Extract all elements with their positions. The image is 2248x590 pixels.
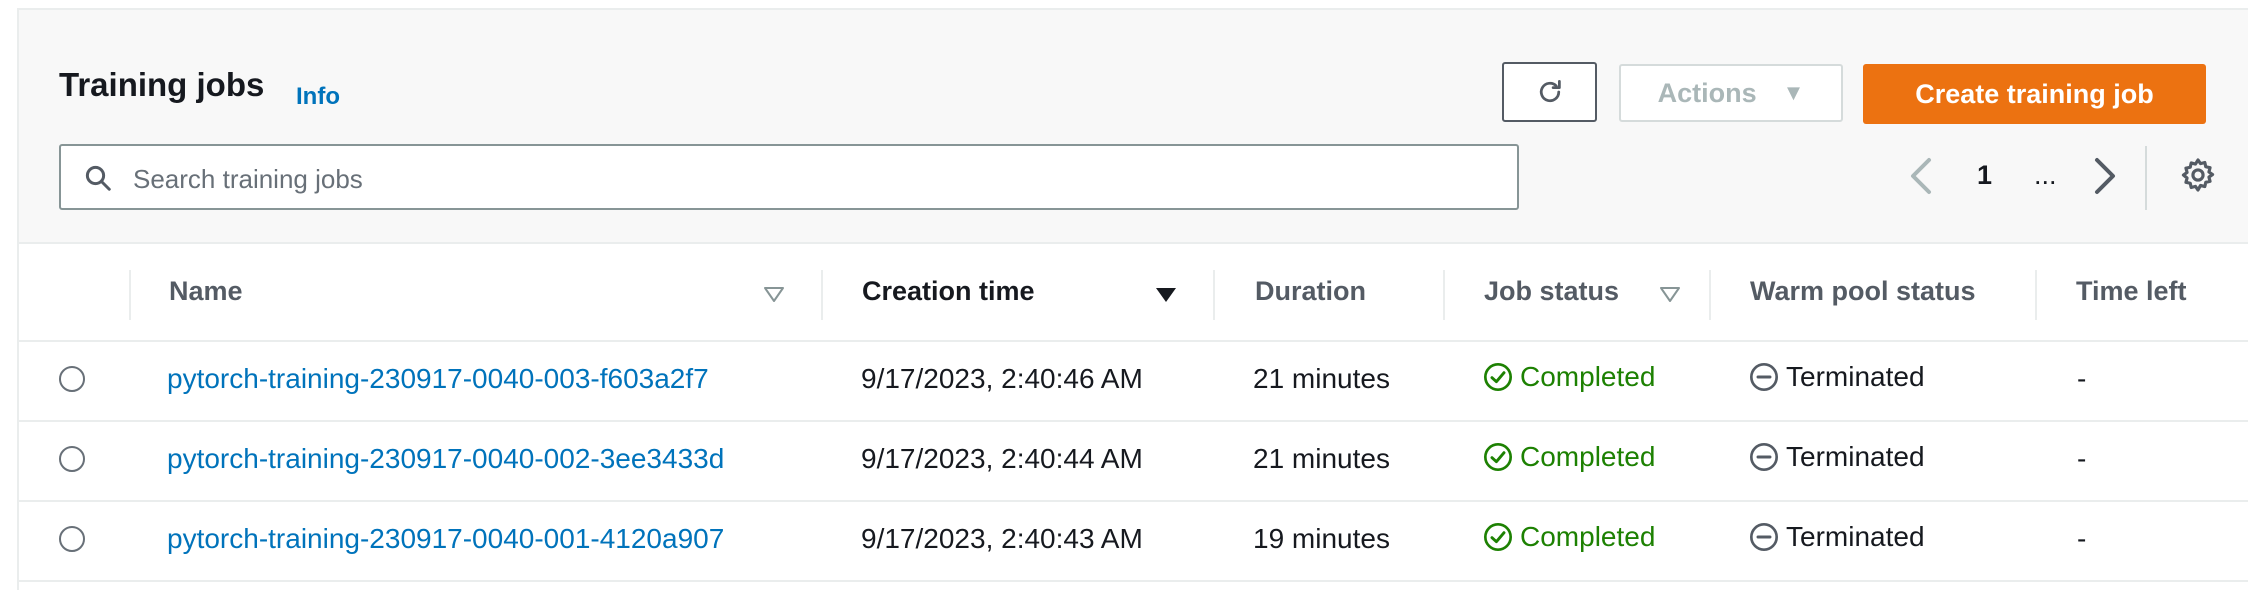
warm-pool-status-label: Terminated	[1786, 521, 1925, 552]
panel-header: Training jobs Info Actions ▼ Create trai…	[19, 10, 2248, 244]
minus-circle-icon	[1750, 363, 1778, 391]
job-status: Completed	[1482, 361, 1655, 393]
creation-time: 9/17/2023, 2:40:43 AM	[861, 523, 1143, 554]
check-circle-icon	[1484, 443, 1512, 471]
job-status-label: Completed	[1520, 521, 1656, 552]
job-status-label: Completed	[1520, 441, 1656, 472]
row-divider	[19, 340, 2248, 342]
refresh-icon	[1539, 80, 1561, 103]
job-status: Completed	[1482, 521, 1655, 553]
column-header-name[interactable]: Name	[169, 276, 243, 307]
caret-down-icon: ▼	[1782, 80, 1805, 105]
search-icon	[85, 165, 111, 191]
sort-descending-icon[interactable]	[1155, 286, 1177, 304]
refresh-button[interactable]	[1502, 62, 1597, 122]
actions-dropdown-button[interactable]: Actions ▼	[1619, 64, 1843, 122]
creation-time: 9/17/2023, 2:40:44 AM	[861, 443, 1143, 474]
page-title: Training jobs	[59, 66, 265, 103]
time-left: -	[2077, 363, 2087, 394]
page-number[interactable]: 1	[1977, 160, 1992, 191]
duration: 21 minutes	[1253, 363, 1390, 394]
minus-circle-icon	[1750, 443, 1778, 471]
warm-pool-status: Terminated	[1748, 441, 1925, 473]
page-ellipsis: ...	[2034, 160, 2057, 190]
create-training-job-button[interactable]: Create training job	[1863, 64, 2206, 124]
column-separator	[2035, 270, 2037, 320]
job-status-label: Completed	[1520, 361, 1656, 392]
pagination-divider	[2145, 146, 2147, 210]
gear-icon[interactable]	[2179, 156, 2217, 194]
column-header-time-left[interactable]: Time left	[2076, 276, 2187, 307]
chevron-right-icon[interactable]	[2091, 156, 2119, 196]
time-left: -	[2077, 443, 2087, 474]
column-header-duration[interactable]: Duration	[1255, 276, 1366, 307]
sort-filter-icon[interactable]	[763, 286, 785, 304]
search-box[interactable]	[59, 144, 1519, 210]
duration: 21 minutes	[1253, 443, 1390, 474]
warm-pool-status: Terminated	[1748, 361, 1925, 393]
duration: 19 minutes	[1253, 523, 1390, 554]
search-input[interactable]	[131, 158, 1495, 200]
time-left: -	[2077, 523, 2087, 554]
warm-pool-status-label: Terminated	[1786, 441, 1925, 472]
column-separator	[821, 270, 823, 320]
column-header-creation-time[interactable]: Creation time	[862, 276, 1035, 307]
warm-pool-status-label: Terminated	[1786, 361, 1925, 392]
column-separator	[1443, 270, 1445, 320]
column-separator	[129, 270, 131, 320]
job-status: Completed	[1482, 441, 1655, 473]
row-divider	[19, 580, 2248, 582]
info-link[interactable]: Info	[296, 83, 340, 111]
column-header-warm-pool-status[interactable]: Warm pool status	[1750, 276, 1976, 307]
column-header-job-status[interactable]: Job status	[1484, 276, 1619, 307]
training-jobs-panel: Training jobs Info Actions ▼ Create trai…	[17, 8, 2248, 590]
check-circle-icon	[1484, 363, 1512, 391]
sort-filter-icon[interactable]	[1659, 286, 1681, 304]
row-select-radio[interactable]	[59, 446, 85, 472]
row-select-radio[interactable]	[59, 526, 85, 552]
row-divider	[19, 500, 2248, 502]
creation-time: 9/17/2023, 2:40:46 AM	[861, 363, 1143, 394]
job-name-link[interactable]: pytorch-training-230917-0040-002-3ee3433…	[167, 443, 724, 475]
minus-circle-icon	[1750, 523, 1778, 551]
job-name-link[interactable]: pytorch-training-230917-0040-001-4120a90…	[167, 523, 724, 555]
actions-label: Actions	[1657, 77, 1757, 108]
row-select-radio[interactable]	[59, 366, 85, 392]
chevron-left-icon[interactable]	[1907, 156, 1935, 196]
warm-pool-status: Terminated	[1748, 521, 1925, 553]
column-separator	[1213, 270, 1215, 320]
column-separator	[1709, 270, 1711, 320]
job-name-link[interactable]: pytorch-training-230917-0040-003-f603a2f…	[167, 363, 709, 395]
row-divider	[19, 420, 2248, 422]
check-circle-icon	[1484, 523, 1512, 551]
